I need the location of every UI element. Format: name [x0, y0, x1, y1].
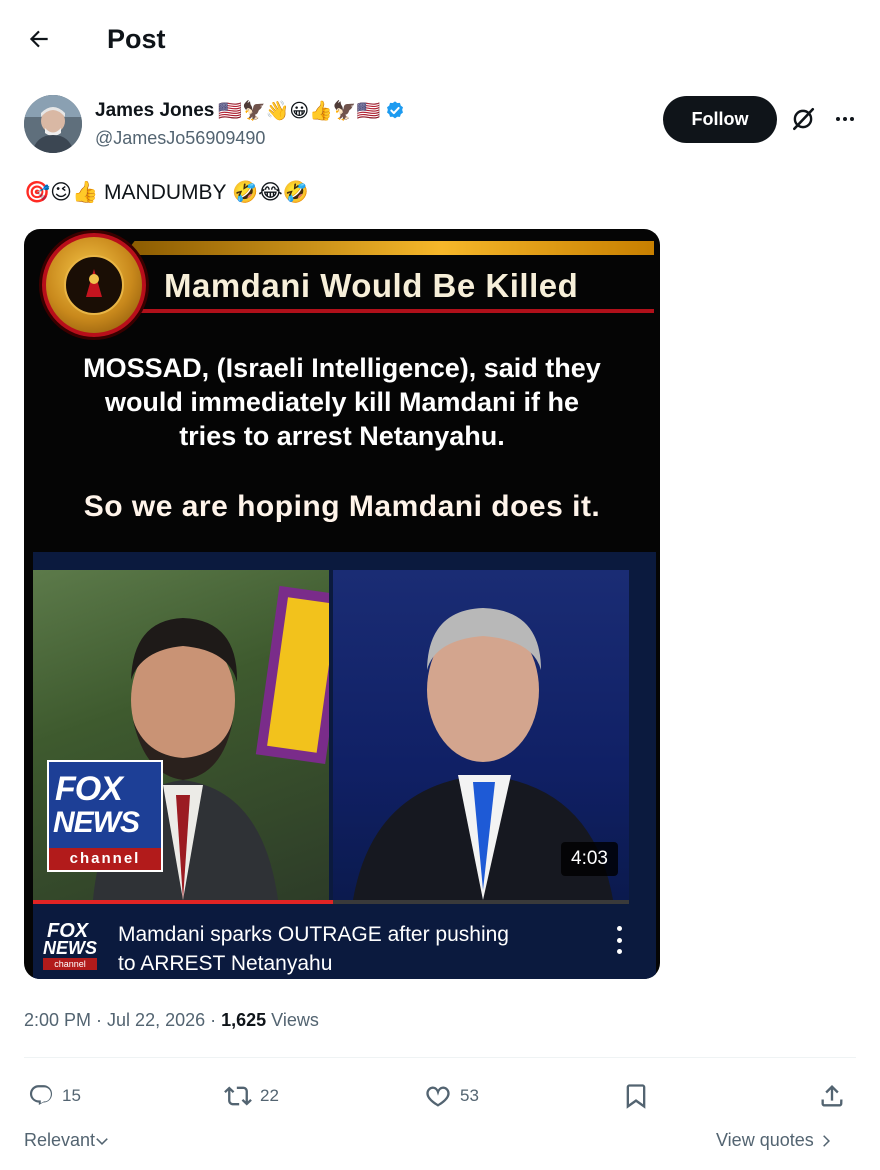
banner-red-line	[124, 309, 654, 313]
video-title-line: to ARREST Netanyahu	[118, 952, 333, 975]
quote-closing-line: So we are hoping Mamdani does it.	[83, 490, 601, 523]
divider	[24, 1057, 856, 1058]
seal-logo	[42, 233, 146, 337]
meta-separator: ·	[205, 1010, 222, 1030]
sort-label: Relevant	[24, 1130, 96, 1150]
action-bar: 15 22 53	[24, 1076, 856, 1116]
video-duration: 4:03	[561, 842, 618, 876]
follow-button[interactable]: Follow	[663, 96, 777, 143]
grok-button[interactable]	[788, 104, 818, 134]
post-emoji-prefix: 🎯😉👍	[24, 180, 99, 204]
banner-title: Mamdani Would Be Killed	[164, 267, 579, 304]
repost-count: 22	[260, 1086, 279, 1105]
display-name[interactable]: James Jones	[95, 98, 214, 124]
logo-line: NEWS	[43, 938, 97, 958]
name-row: James Jones 🇺🇸🦅👋😀👍🦅🇺🇸	[95, 98, 406, 124]
heart-icon	[426, 1086, 450, 1107]
avatar-image	[24, 95, 82, 153]
post-meta: 2:00 PM · Jul 22, 2026 · 1,625 Views	[24, 1007, 319, 1033]
reply-icon	[29, 1085, 53, 1105]
view-quotes-label: View quotes	[716, 1130, 814, 1150]
post-date[interactable]: Jul 22, 2026	[107, 1010, 205, 1030]
chevron-down-icon	[96, 1138, 108, 1146]
video-title-line: Mamdani sparks OUTRAGE after pushing	[118, 923, 509, 946]
arrow-left-icon	[29, 30, 48, 48]
kebab-menu-icon	[611, 926, 627, 954]
reply-button[interactable]: 15	[28, 1076, 81, 1116]
logo-line: FOX	[55, 770, 123, 808]
post-time[interactable]: 2:00 PM	[24, 1010, 91, 1030]
share-icon	[821, 1085, 843, 1107]
post-media-image[interactable]: Mamdani Would Be Killed MOSSAD, (Israeli…	[24, 229, 660, 979]
top-bar: Post	[0, 0, 880, 80]
name-emojis: 🇺🇸🦅👋😀👍🦅🇺🇸	[218, 100, 381, 122]
bookmark-icon	[626, 1084, 646, 1109]
views-count: 1,625	[221, 1010, 267, 1030]
views-label: Views	[266, 1010, 319, 1030]
bookmark-button[interactable]	[622, 1076, 650, 1116]
share-button[interactable]	[818, 1076, 846, 1116]
video-thumbnail: FOX NEWS channel 4:03 FOX NEWS channel M…	[33, 552, 656, 979]
chevron-right-icon	[822, 1135, 830, 1148]
page-title: Post	[107, 24, 166, 54]
post-author: James Jones 🇺🇸🦅👋😀👍🦅🇺🇸 @JamesJo56909490 F…	[24, 95, 864, 157]
video-title: Mamdani sparks OUTRAGE after pushing to …	[118, 920, 588, 978]
video-caption-bar: FOX NEWS channel Mamdani sparks OUTRAGE …	[33, 904, 656, 979]
more-options-button[interactable]	[830, 104, 860, 134]
like-count: 53	[460, 1086, 479, 1105]
seal-center	[64, 255, 124, 315]
view-quotes-link[interactable]: View quotes	[716, 1126, 833, 1154]
logo-line: channel	[49, 848, 161, 870]
verified-badge-icon[interactable]	[384, 100, 406, 122]
quote-text: MOSSAD, (Israeli Intelligence), said the…	[24, 351, 660, 453]
post-body: MANDUMBY	[104, 181, 227, 204]
back-button[interactable]	[22, 22, 56, 56]
user-handle[interactable]: @JamesJo56909490	[95, 126, 265, 150]
fox-news-channel-icon: FOX NEWS channel	[39, 920, 99, 972]
grok-icon	[793, 107, 815, 131]
reply-count: 15	[62, 1086, 81, 1105]
quote-line: MOSSAD, (Israeli Intelligence), said the…	[83, 353, 601, 383]
like-button[interactable]: 53	[424, 1076, 479, 1116]
logo-line: channel	[43, 958, 97, 970]
quote-line: tries to arrest Netanyahu.	[179, 421, 505, 451]
logo-line: NEWS	[53, 806, 140, 839]
more-dots-icon	[836, 117, 854, 121]
fox-news-logo: FOX NEWS channel	[47, 760, 163, 872]
sort-replies-dropdown[interactable]: Relevant	[24, 1126, 109, 1154]
banner-gold-stripe	[124, 241, 654, 255]
post-emoji-suffix: 🤣😂🤣	[232, 180, 309, 204]
banner: Mamdani Would Be Killed	[124, 241, 654, 313]
post-text: 🎯😉👍 MANDUMBY 🤣😂🤣	[24, 176, 309, 209]
repost-icon	[224, 1086, 252, 1106]
avatar[interactable]	[24, 95, 82, 153]
quote-line: would immediately kill Mamdani if he	[104, 387, 580, 417]
repost-button[interactable]: 22	[224, 1076, 279, 1116]
meta-separator: ·	[91, 1010, 108, 1030]
